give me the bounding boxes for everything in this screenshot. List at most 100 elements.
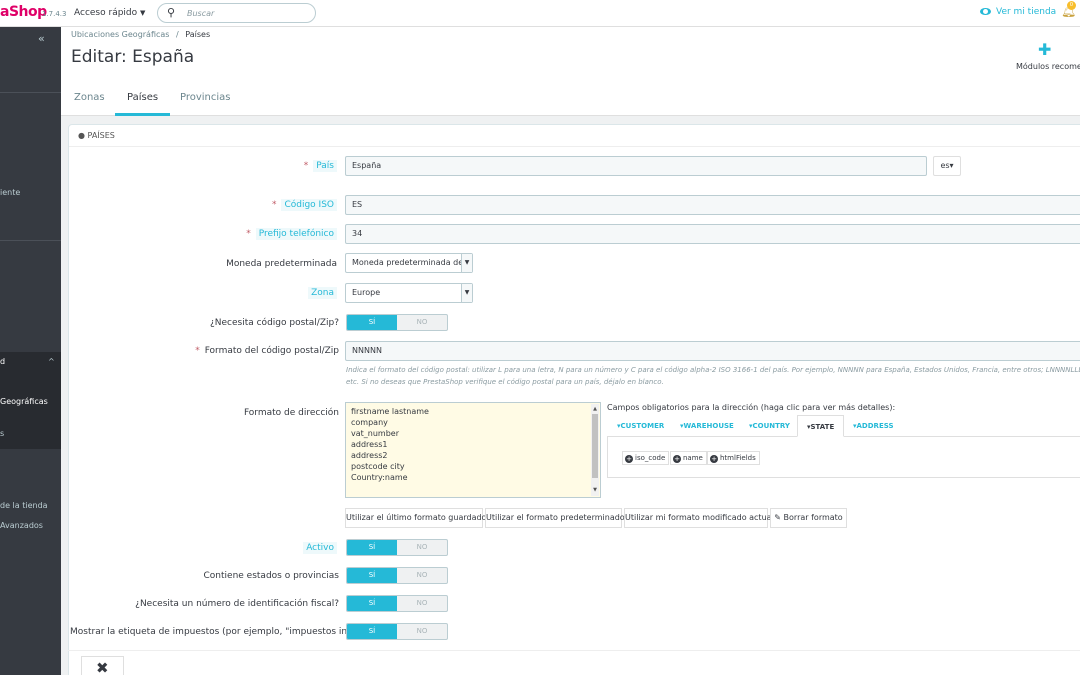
sidebar-divider <box>0 240 61 241</box>
has-states-no[interactable]: NO <box>397 568 447 583</box>
phone-prefix-label: * Prefijo telefónico <box>200 228 337 240</box>
view-store-label: Ver mi tienda <box>996 7 1057 17</box>
search-input[interactable]: Buscar <box>187 9 214 18</box>
chevron-down-icon: ▼ <box>461 254 472 272</box>
eye-icon <box>980 8 991 15</box>
tab-warehouse[interactable]: ▾WAREHOUSE <box>680 415 734 437</box>
tab-customer[interactable]: ▾CUSTOMER <box>617 415 664 437</box>
needs-zip-no[interactable]: NO <box>397 315 447 330</box>
address-format-textarea[interactable]: firstname lastname company vat_number ad… <box>345 402 601 498</box>
sidebar-item-taxes[interactable]: s <box>0 429 4 438</box>
search-box[interactable]: ⚲ Buscar <box>157 3 316 23</box>
textarea-scrollbar[interactable]: ▲ ▼ <box>591 404 599 496</box>
needs-zip-label: ¿Necesita código postal/Zip? <box>209 318 339 328</box>
default-currency-label: Moneda predeterminada <box>226 259 337 269</box>
active-no[interactable]: NO <box>397 540 447 555</box>
address-line: postcode city <box>351 462 405 471</box>
has-states-toggle[interactable]: SÍ NO <box>346 567 448 584</box>
display-tax-label-label: Mostrar la etiqueta de impuestos (por ej… <box>70 627 366 637</box>
required-fields-tabs: ▾CUSTOMER ▾WAREHOUSE ▾COUNTRY ▾STATE ▾AD… <box>607 415 1080 437</box>
display-tax-label-toggle[interactable]: SÍ NO <box>346 623 448 640</box>
close-icon: ✖ <box>96 659 109 675</box>
use-default-format-button[interactable]: Utilizar el formato predeterminado <box>485 508 625 528</box>
field-chip-html-fields[interactable]: + htmlFields <box>707 451 760 465</box>
scroll-down-icon[interactable]: ▼ <box>591 485 599 496</box>
address-line: address2 <box>351 451 388 460</box>
address-line: firstname lastname <box>351 407 429 416</box>
needs-zip-toggle[interactable]: SÍ NO <box>346 314 448 331</box>
use-last-saved-format-button[interactable]: Utilizar el último formato guardado <box>345 508 486 528</box>
address-line: vat_number <box>351 429 399 438</box>
language-dropdown[interactable]: es▾ <box>933 156 961 176</box>
tab-zones[interactable]: Zonas <box>74 83 105 116</box>
chevron-up-icon[interactable]: ^ <box>48 357 55 366</box>
use-current-format-button[interactable]: Utilizar mi formato modificado actual <box>624 508 774 528</box>
zip-format-label: * Formato del código postal/Zip <box>195 346 339 356</box>
field-chip-name[interactable]: + name <box>670 451 707 465</box>
recommended-modules-button[interactable]: ✚ Módulos recomen <box>1016 40 1080 71</box>
display-tax-label-no[interactable]: NO <box>397 624 447 639</box>
tab-state[interactable]: ▾STATE <box>797 415 845 437</box>
panel-heading: ● PAÍSES <box>69 125 1080 147</box>
active-yes[interactable]: SÍ <box>347 540 397 555</box>
breadcrumb-parent[interactable]: Ubicaciones Geográficas <box>71 30 169 39</box>
needs-tax-id-label: ¿Necesita un número de identificación fi… <box>135 599 339 609</box>
plus-icon: + <box>625 455 633 463</box>
country-label: * País <box>200 160 337 172</box>
clear-format-button[interactable]: ✎ Borrar formato <box>770 508 847 528</box>
chevron-down-icon: ▼ <box>461 284 472 302</box>
breadcrumb: Ubicaciones Geográficas / Países <box>71 30 210 39</box>
needs-tax-id-toggle[interactable]: SÍ NO <box>346 595 448 612</box>
required-fields-body: + iso_code + name + htmlFields <box>607 437 1080 478</box>
iso-code-input[interactable]: ES <box>345 195 1080 215</box>
tab-address[interactable]: ▾ADDRESS <box>853 415 894 437</box>
sidebar: « iente d ^ Geográficas s de la tienda A… <box>0 27 61 675</box>
sidebar-item-shop-params[interactable]: de la tienda <box>0 501 48 510</box>
active-toggle[interactable]: SÍ NO <box>346 539 448 556</box>
collapse-sidebar-icon[interactable]: « <box>38 32 45 45</box>
needs-tax-id-yes[interactable]: SÍ <box>347 596 397 611</box>
page-title: Editar: España <box>71 47 195 67</box>
recommended-modules-label: Módulos recomen <box>1016 62 1080 71</box>
zip-format-input[interactable]: NNNNN <box>345 341 1080 361</box>
has-states-yes[interactable]: SÍ <box>347 568 397 583</box>
sidebar-item-international[interactable]: d <box>0 357 5 366</box>
panel-title: ● PAÍSES <box>78 131 115 140</box>
default-currency-value: Moneda predeterminada de <box>352 258 464 267</box>
tab-country[interactable]: ▾COUNTRY <box>749 415 790 437</box>
version-label: 1.7.4.3 <box>42 10 67 18</box>
page-header: Ubicaciones Geográficas / Países Editar:… <box>61 27 1080 116</box>
notifications-badge: 0 <box>1067 1 1076 10</box>
plus-icon: + <box>673 455 681 463</box>
sidebar-item-locations[interactable]: Geográficas <box>0 397 48 406</box>
scrollbar-thumb[interactable] <box>592 414 598 478</box>
sidebar-item-advanced[interactable]: Avanzados <box>0 521 43 530</box>
cancel-button[interactable]: ✖ <box>81 656 124 675</box>
tab-countries[interactable]: Países <box>115 83 171 116</box>
zone-select[interactable]: Europe ▼ <box>345 283 473 303</box>
country-name-input[interactable]: España <box>345 156 927 176</box>
breadcrumb-separator: / <box>176 30 179 39</box>
display-tax-label-yes[interactable]: SÍ <box>347 624 397 639</box>
language-code: es <box>940 161 950 170</box>
needs-tax-id-no[interactable]: NO <box>397 596 447 611</box>
phone-prefix-input[interactable]: 34 <box>345 224 1080 244</box>
logo[interactable]: aShop <box>0 4 47 20</box>
view-store-link[interactable]: Ver mi tienda <box>980 7 1056 17</box>
sidebar-divider <box>0 92 61 93</box>
quick-access-menu[interactable]: Acceso rápido ▼ <box>74 8 145 18</box>
tab-states[interactable]: Provincias <box>180 83 231 116</box>
address-line: address1 <box>351 440 388 449</box>
zip-format-help-line: Indica el formato del código postal: uti… <box>346 366 1080 374</box>
iso-code-label: * Código ISO <box>200 199 337 211</box>
eraser-icon: ✎ <box>774 513 784 522</box>
active-label: Activo <box>150 542 337 554</box>
field-chip-iso-code[interactable]: + iso_code <box>622 451 670 465</box>
zone-value: Europe <box>352 288 381 297</box>
needs-zip-yes[interactable]: SÍ <box>347 315 397 330</box>
sidebar-item-customers[interactable]: iente <box>0 188 20 197</box>
zip-format-help-line: etc. Si no deseas que PrestaShop verifiq… <box>346 378 664 386</box>
zip-format-help: Indica el formato del código postal: uti… <box>346 364 1080 388</box>
search-icon[interactable]: ⚲ <box>167 6 175 19</box>
default-currency-select[interactable]: Moneda predeterminada de ▼ <box>345 253 473 273</box>
